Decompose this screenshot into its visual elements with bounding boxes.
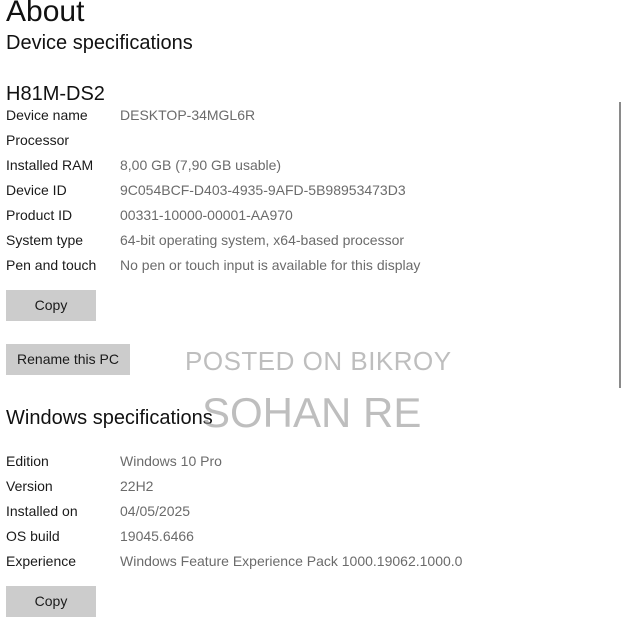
spec-label: Installed RAM xyxy=(6,157,94,173)
spec-value: Windows 10 Pro xyxy=(120,453,222,469)
spec-label: Device name xyxy=(6,107,88,123)
spec-row-processor: Processor xyxy=(6,129,606,151)
spec-label: OS build xyxy=(6,528,60,544)
spec-label: Version xyxy=(6,478,53,494)
spec-value: Windows Feature Experience Pack 1000.190… xyxy=(120,553,463,569)
spec-label: Product ID xyxy=(6,207,73,223)
spec-label: Pen and touch xyxy=(6,257,97,273)
windows-specifications-title: Windows specifications xyxy=(6,407,213,429)
scrollbar[interactable] xyxy=(619,102,621,388)
spec-row-pen-and-touch: Pen and touch No pen or touch input is a… xyxy=(6,254,606,276)
rename-pc-button[interactable]: Rename this PC xyxy=(6,344,130,375)
spec-label: Edition xyxy=(6,453,49,469)
spec-value: No pen or touch input is available for t… xyxy=(120,257,421,273)
device-model-heading: H81M-DS2 xyxy=(6,83,105,105)
spec-value: 04/05/2025 xyxy=(120,503,191,519)
spec-row-version: Version 22H2 xyxy=(6,475,606,497)
spec-row-product-id: Product ID 00331-10000-00001-AA970 xyxy=(6,204,606,226)
spec-label: Experience xyxy=(6,553,77,569)
spec-value: 64-bit operating system, x64-based proce… xyxy=(120,232,405,248)
spec-value: 19045.6466 xyxy=(120,528,194,544)
spec-label: Installed on xyxy=(6,503,78,519)
spec-row-edition: Edition Windows 10 Pro xyxy=(6,450,606,472)
copy-windows-specs-button[interactable]: Copy xyxy=(6,586,96,617)
spec-row-experience: Experience Windows Feature Experience Pa… xyxy=(6,550,606,572)
page-title: About xyxy=(6,0,85,28)
spec-value: 8,00 GB (7,90 GB usable) xyxy=(120,157,282,173)
watermark-line-1: POSTED ON BIKROY xyxy=(185,346,452,376)
spec-label: Processor xyxy=(6,132,70,148)
spec-value: 9C054BCF-D403-4935-9AFD-5B98953473D3 xyxy=(120,182,406,198)
spec-row-system-type: System type 64-bit operating system, x64… xyxy=(6,229,606,251)
spec-value: 00331-10000-00001-AA970 xyxy=(120,207,293,223)
spec-row-device-id: Device ID 9C054BCF-D403-4935-9AFD-5B9895… xyxy=(6,179,606,201)
device-specifications-title: Device specifications xyxy=(6,32,193,54)
copy-device-specs-button[interactable]: Copy xyxy=(6,290,96,321)
spec-row-device-name: Device name DESKTOP-34MGL6R xyxy=(6,104,606,126)
spec-row-installed-ram: Installed RAM 8,00 GB (7,90 GB usable) xyxy=(6,154,606,176)
spec-value: DESKTOP-34MGL6R xyxy=(120,107,256,123)
spec-row-os-build: OS build 19045.6466 xyxy=(6,525,606,547)
spec-label: Device ID xyxy=(6,182,67,198)
spec-value: 22H2 xyxy=(120,478,154,494)
spec-row-installed-on: Installed on 04/05/2025 xyxy=(6,500,606,522)
spec-label: System type xyxy=(6,232,84,248)
watermark-line-2: SOHAN RE xyxy=(202,389,422,436)
